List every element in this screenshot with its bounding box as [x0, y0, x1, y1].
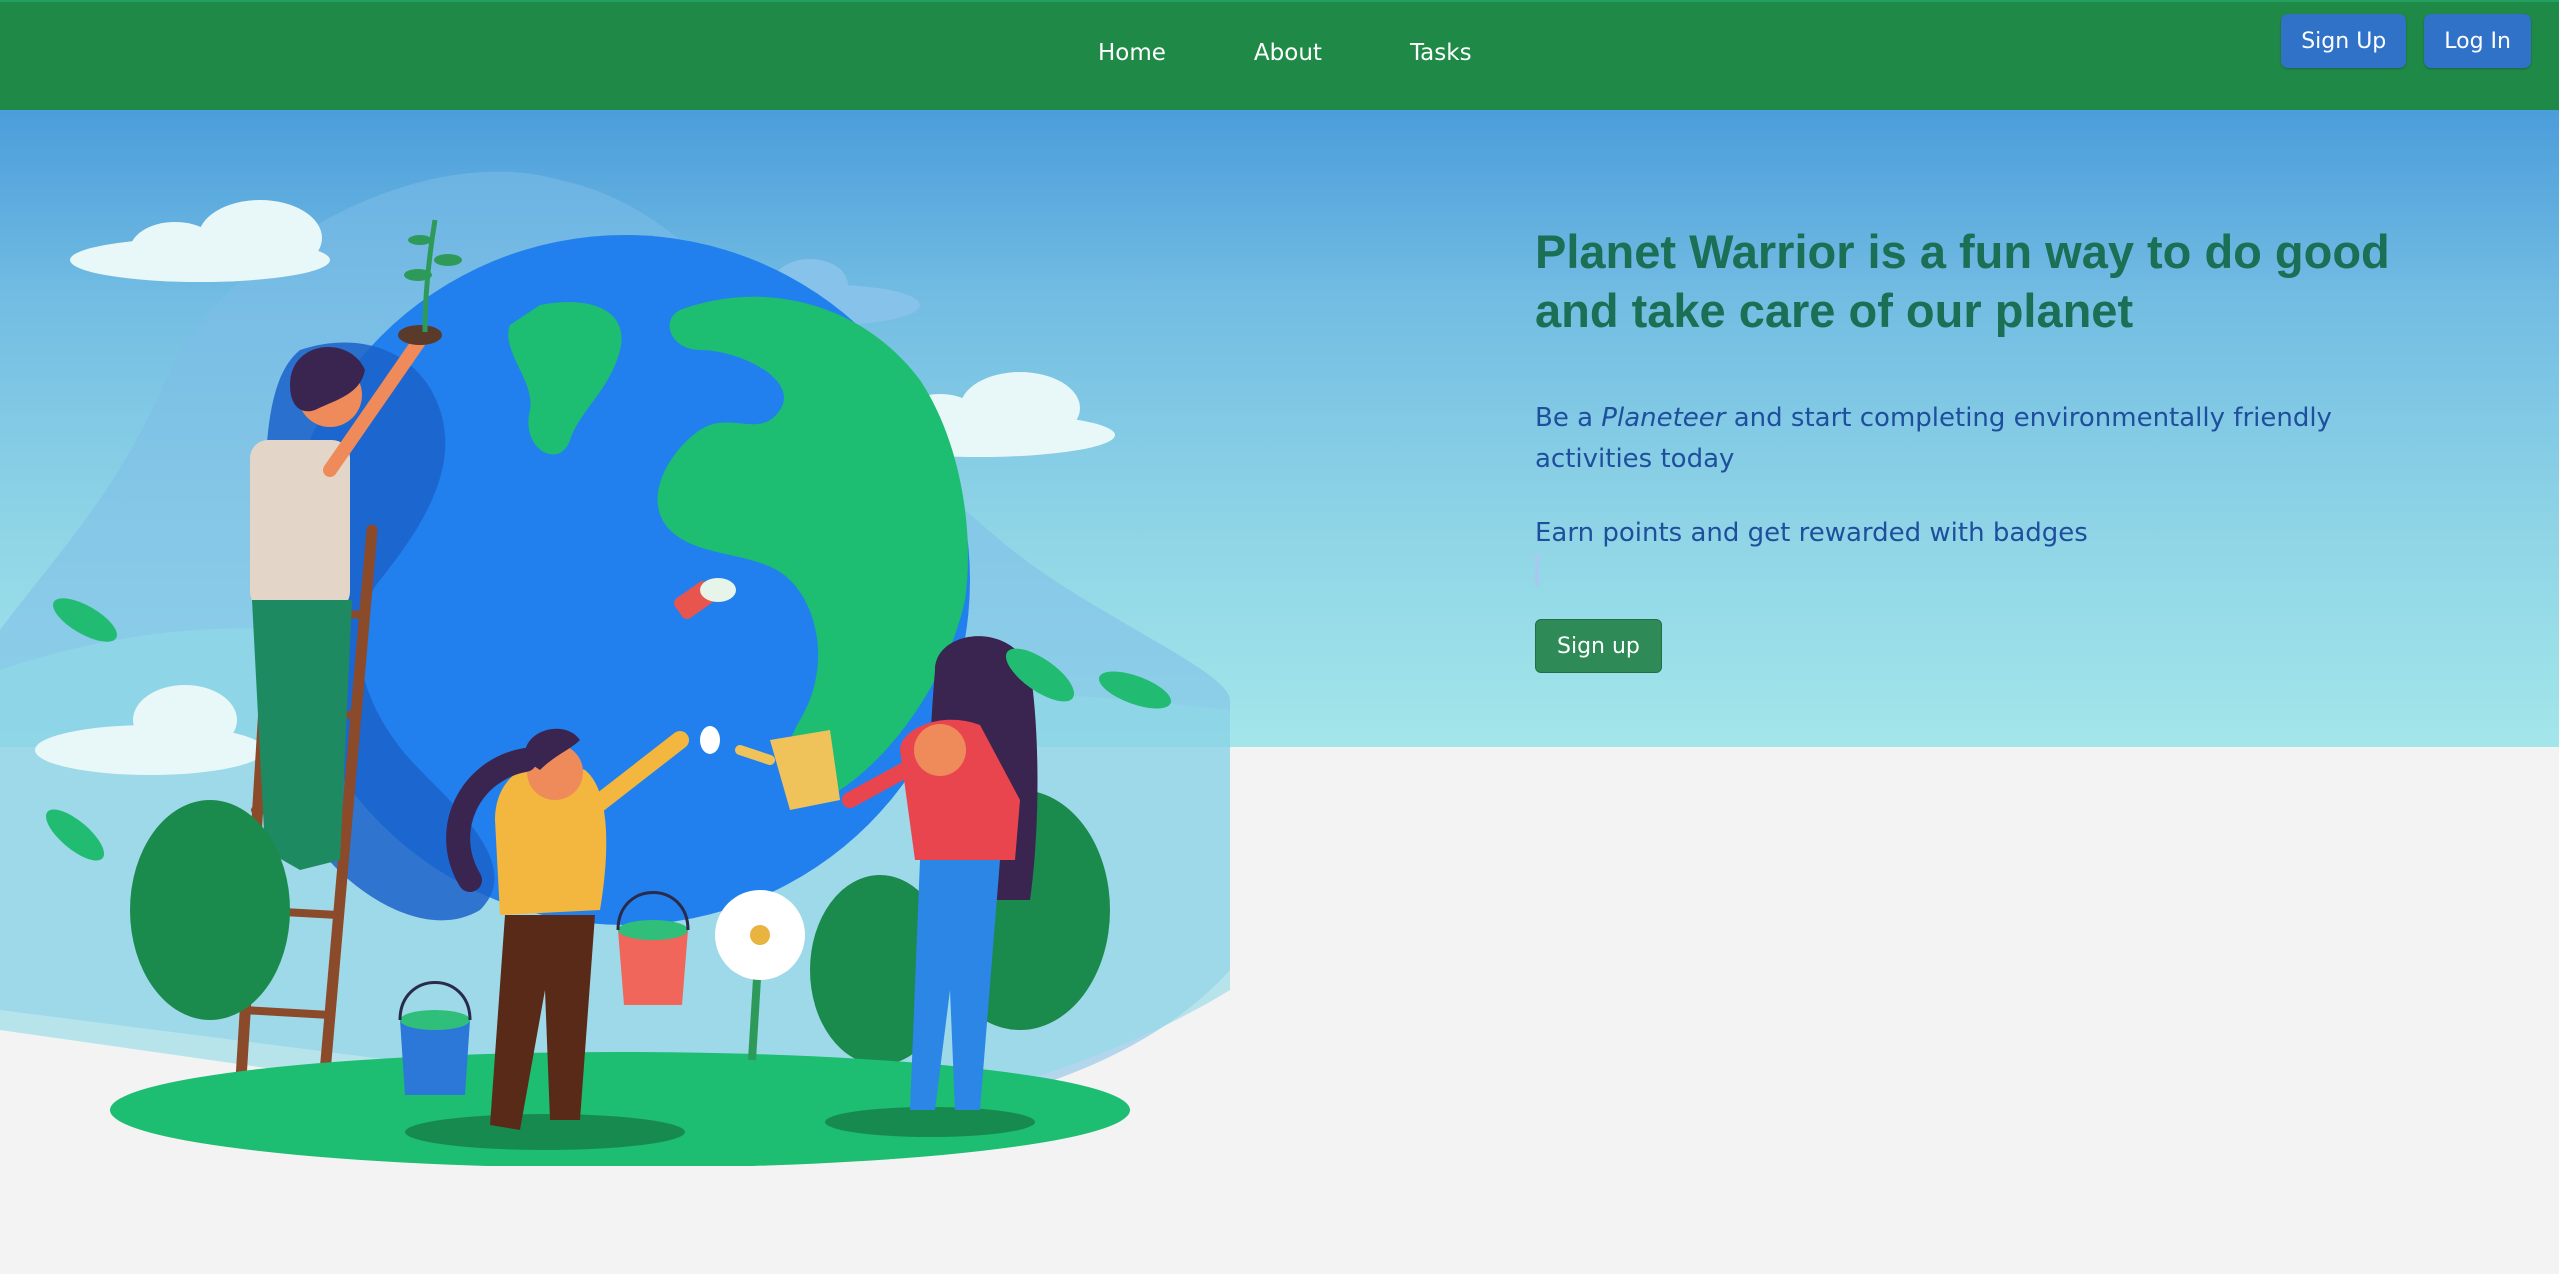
top-navbar: Home About Tasks Sign Up Log In — [0, 0, 2559, 112]
planet-care-illustration — [0, 171, 1230, 1166]
main-nav: Home About Tasks — [1098, 40, 1472, 66]
nav-home-link[interactable]: Home — [1098, 40, 1166, 66]
nav-about-link[interactable]: About — [1254, 40, 1322, 66]
rewards-text: Earn points and get rewarded with badges — [1535, 518, 2088, 548]
text-cursor — [1535, 554, 1539, 586]
header-sign-up-button[interactable]: Sign Up — [2281, 14, 2407, 68]
nav-tasks-link[interactable]: Tasks — [1410, 40, 1472, 66]
hero-intro-text: Be a Planeteer and start completing envi… — [1535, 398, 2395, 480]
planeteer-emphasis: Planeteer — [1601, 403, 1726, 433]
hero-headline: Planet Warrior is a fun way to do good a… — [1535, 225, 2390, 337]
ground-shadow — [825, 1107, 1035, 1137]
hero-sign-up-button[interactable]: Sign up — [1535, 619, 1662, 673]
header-log-in-button[interactable]: Log In — [2424, 14, 2531, 68]
cloud-icon — [70, 200, 330, 282]
ground-shadow — [405, 1114, 685, 1150]
intro-prefix: Be a — [1535, 403, 1602, 433]
auth-buttons: Sign Up Log In — [2281, 14, 2531, 68]
